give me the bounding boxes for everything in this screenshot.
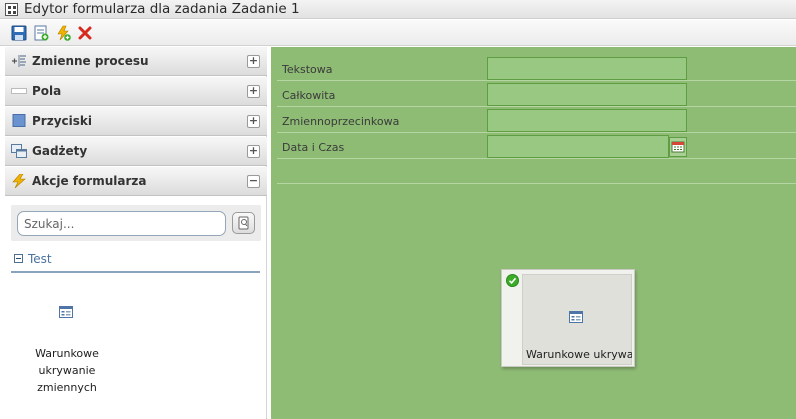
- tree-group-label: Test: [28, 252, 52, 266]
- section-label: Pola: [32, 84, 62, 98]
- form-widget-icon: [569, 311, 583, 323]
- widget-label: Warunkowe ukrywanie zmiennych: [526, 348, 632, 361]
- integer-field[interactable]: [487, 83, 687, 106]
- check-icon: [506, 274, 519, 287]
- palette-panel: Zmienne procesu + Pola + Przyciski + Gad…: [5, 47, 267, 419]
- add-action-button[interactable]: [55, 25, 71, 41]
- form-row: Zmiennoprzecinkowa: [277, 107, 796, 133]
- field-label: Całkowita: [282, 89, 336, 102]
- section-gadgets[interactable]: Gadżety +: [5, 137, 267, 166]
- tool-item-conditional-hiding[interactable]: Warunkowe ukrywanie zmiennych: [27, 300, 107, 394]
- process-variables-icon: [12, 55, 26, 67]
- expand-icon[interactable]: +: [247, 145, 260, 158]
- form-widget-icon: [59, 306, 73, 318]
- search-icon: [238, 216, 249, 230]
- collapse-icon[interactable]: −: [247, 175, 260, 188]
- datetime-field[interactable]: [487, 135, 669, 158]
- tree-group-test[interactable]: Test: [11, 250, 260, 273]
- field-label: Data i Czas: [282, 141, 345, 154]
- expand-icon[interactable]: +: [247, 115, 260, 128]
- field-label: Tekstowa: [282, 63, 333, 76]
- expand-icon[interactable]: +: [247, 85, 260, 98]
- section-label: Zmienne procesu: [32, 54, 149, 68]
- new-form-icon: [34, 25, 49, 41]
- delete-icon: [78, 26, 92, 40]
- window-icon: [5, 3, 18, 16]
- collapse-icon[interactable]: [14, 254, 23, 263]
- field-label: Zmiennoprzecinkowa: [282, 115, 400, 128]
- expand-icon[interactable]: +: [247, 55, 260, 68]
- divider: [277, 183, 796, 184]
- button-square-icon: [12, 114, 26, 127]
- section-label: Przyciski: [32, 114, 92, 128]
- search-area: [11, 205, 261, 241]
- new-form-button[interactable]: [33, 25, 49, 41]
- tool-item-label: Warunkowe ukrywanie zmiennych: [35, 347, 99, 394]
- calendar-button[interactable]: [669, 137, 687, 157]
- window-title: Edytor formularza dla zadania Zadanie 1: [24, 1, 300, 17]
- search-button[interactable]: [232, 212, 255, 234]
- section-label: Gadżety: [32, 144, 88, 158]
- form-canvas[interactable]: Tekstowa Całkowita Zmiennoprzecinkowa Da…: [271, 47, 796, 419]
- field-icon: [11, 88, 27, 94]
- section-process-variables[interactable]: Zmienne procesu +: [5, 47, 267, 76]
- float-field[interactable]: [487, 109, 687, 132]
- save-icon: [11, 25, 27, 41]
- calendar-icon: [671, 141, 685, 153]
- form-row: Całkowita: [277, 81, 796, 107]
- form-row: Data i Czas: [277, 133, 796, 159]
- section-label: Akcje formularza: [32, 174, 147, 188]
- add-action-icon: [57, 25, 71, 41]
- widget-body: Warunkowe ukrywanie zmiennych: [522, 274, 632, 365]
- lightning-icon: [12, 174, 26, 188]
- title-bar: Edytor formularza dla zadania Zadanie 1: [0, 0, 796, 19]
- search-input[interactable]: [17, 211, 226, 236]
- toolbar: [0, 20, 796, 46]
- form-row: Tekstowa: [277, 55, 796, 81]
- section-fields[interactable]: Pola +: [5, 77, 267, 106]
- section-buttons[interactable]: Przyciski +: [5, 107, 267, 136]
- gadgets-icon: [11, 144, 27, 158]
- delete-button[interactable]: [77, 25, 93, 41]
- section-form-actions[interactable]: Akcje formularza −: [5, 167, 267, 196]
- text-field[interactable]: [487, 57, 687, 80]
- widget-conditional-hiding[interactable]: Warunkowe ukrywanie zmiennych: [501, 269, 635, 367]
- save-button[interactable]: [11, 25, 27, 41]
